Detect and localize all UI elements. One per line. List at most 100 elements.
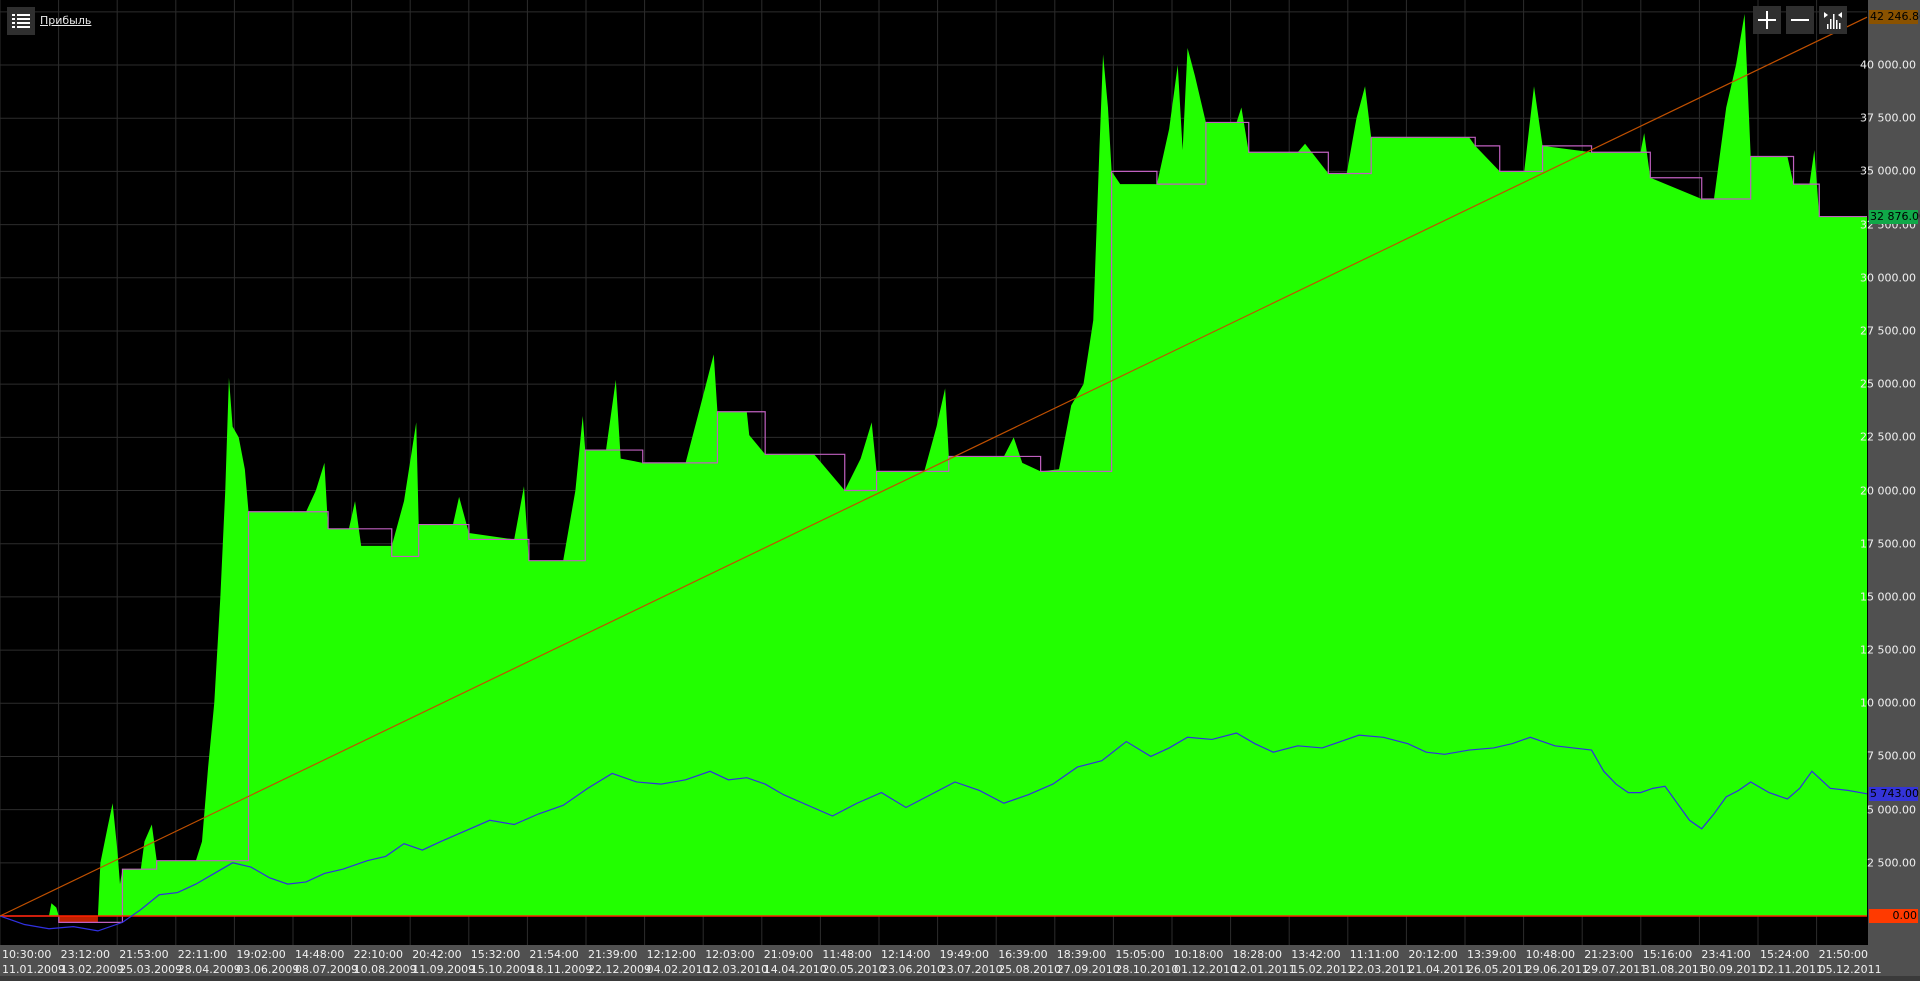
x-tick-label: 15:32:00 15.10.2009	[471, 947, 534, 977]
x-tick-time: 21:54:00	[529, 948, 579, 961]
x-tick-date: 27.09.2010	[1056, 963, 1120, 976]
x-tick-time: 21:53:00	[119, 948, 169, 961]
x-axis[interactable]: 10:30:00 11.01.2009 23:12:00 13.02.2009 21:5…	[0, 945, 1920, 976]
x-tick-label: 10:48:00 29.06.2011	[1526, 947, 1589, 977]
x-tick-time: 10:30:00	[2, 948, 52, 961]
y-tick-label: 30 000.00	[1860, 271, 1916, 285]
x-tick-date: 04.02.2010	[646, 963, 710, 976]
x-tick-time: 23:41:00	[1701, 948, 1751, 961]
x-tick-label: 19:02:00 03.06.2009	[236, 947, 299, 977]
x-tick-date: 12.03.2010	[705, 963, 769, 976]
x-tick-date: 05.12.2011	[1818, 963, 1882, 976]
x-tick-label: 20:12:00 21.04.2011	[1408, 947, 1471, 977]
value-tag-trend-end: 42 246.86	[1869, 10, 1920, 25]
x-tick-time: 22:11:00	[177, 948, 228, 961]
chart-plot-area[interactable]	[0, 0, 1868, 945]
x-tick-date: 30.09.2011	[1701, 963, 1765, 976]
x-tick-label: 21:23:00 29.07.2011	[1584, 947, 1647, 977]
menu-button[interactable]	[7, 7, 35, 35]
x-tick-label: 15:16:00 31.08.2011	[1643, 947, 1706, 977]
x-tick-time: 21:09:00	[763, 948, 814, 961]
x-tick-label: 23:12:00 13.02.2009	[61, 947, 124, 977]
y-tick-label: 22 500.00	[1860, 430, 1916, 444]
x-tick-label: 22:11:00 28.04.2009	[178, 947, 241, 977]
x-tick-time: 15:24:00	[1760, 948, 1810, 961]
value-tag-equity-last: 32 876.00	[1869, 209, 1920, 224]
x-tick-label: 21:53:00 25.03.2009	[119, 947, 182, 977]
equity-chart	[0, 0, 1868, 945]
chart-title-link[interactable]: Прибыль	[40, 14, 91, 27]
x-tick-date: 22.03.2011	[1349, 963, 1413, 976]
x-tick-date: 03.06.2009	[236, 963, 300, 976]
x-tick-date: 21.04.2011	[1408, 963, 1472, 976]
x-tick-time: 12:03:00	[705, 948, 755, 961]
plus-icon	[1758, 11, 1776, 29]
x-tick-time: 13:39:00	[1467, 948, 1517, 961]
x-tick-date: 18.11.2009	[529, 963, 593, 976]
y-tick-label: 35 000.00	[1860, 164, 1916, 178]
x-tick-date: 01.12.2010	[1174, 963, 1237, 976]
y-tick-label: 17 500.00	[1860, 537, 1916, 551]
value-tag-zero: 0.00	[1869, 909, 1918, 923]
y-tick-label: 2 500.00	[1867, 856, 1916, 870]
y-tick-label: 27 500.00	[1860, 324, 1916, 338]
y-tick-label: 40 000.00	[1860, 58, 1916, 72]
x-tick-time: 10:18:00	[1174, 948, 1224, 961]
x-tick-label: 12:12:00 04.02.2010	[647, 947, 710, 977]
x-tick-label: 19:49:00 23.07.2010	[940, 947, 1003, 977]
y-tick-label: 12 500.00	[1860, 643, 1916, 657]
x-tick-time: 18:28:00	[1232, 948, 1282, 961]
x-tick-time: 19:49:00	[939, 948, 989, 961]
zoom-in-button[interactable]	[1753, 6, 1781, 34]
x-tick-time: 22:10:00	[353, 948, 403, 961]
x-tick-time: 15:05:00	[1115, 948, 1165, 961]
x-tick-label: 11:11:00 22.03.2011	[1350, 947, 1413, 977]
x-tick-time: 21:23:00	[1584, 948, 1634, 961]
y-axis[interactable]: 2 500.00 5 000.00 7 500.00 10 000.00 12 500.…	[1860, 0, 1920, 945]
fit-chart-button[interactable]	[1819, 6, 1847, 34]
x-tick-label: 14:48:00 08.07.2009	[295, 947, 358, 977]
x-tick-label: 21:50:00 05.12.2011	[1819, 947, 1882, 977]
horizontal-scrollbar[interactable]	[0, 976, 1920, 981]
x-tick-label: 15:24:00 02.11.2011	[1760, 947, 1823, 977]
x-tick-date: 20.05.2010	[822, 963, 886, 976]
x-tick-date: 28.04.2009	[177, 963, 241, 976]
x-tick-date: 29.06.2011	[1525, 963, 1589, 976]
y-tick-label: 10 000.00	[1860, 696, 1916, 710]
x-tick-time: 14:48:00	[295, 948, 345, 961]
x-tick-label: 11:48:00 20.05.2010	[822, 947, 885, 977]
zoom-out-button[interactable]	[1786, 6, 1814, 34]
x-tick-time: 13:42:00	[1291, 948, 1341, 961]
x-tick-label: 18:28:00 12.01.2011	[1233, 947, 1296, 977]
y-tick-label: 5 000.00	[1867, 803, 1916, 817]
x-tick-label: 21:09:00 14.04.2010	[764, 947, 827, 977]
drawdown-area	[58, 916, 98, 923]
x-tick-time: 15:16:00	[1642, 948, 1693, 961]
x-tick-time: 20:42:00	[412, 948, 462, 961]
fit-bars-icon	[1824, 12, 1842, 29]
x-tick-label: 21:39:00 22.12.2009	[588, 947, 651, 977]
x-tick-date: 13.02.2009	[60, 963, 124, 976]
x-tick-label: 10:18:00 01.12.2010	[1174, 947, 1237, 977]
x-tick-time: 11:48:00	[822, 948, 872, 961]
x-tick-date: 08.07.2009	[295, 963, 358, 976]
y-tick-label: 20 000.00	[1860, 484, 1916, 497]
value-tag-second-last: 5 743.00	[1869, 786, 1919, 801]
x-tick-date: 11.09.2009	[412, 963, 476, 976]
x-tick-label: 23:41:00 30.09.2011	[1701, 947, 1764, 977]
x-tick-date: 11.01.2009	[2, 963, 65, 976]
x-tick-time: 21:50:00	[1818, 948, 1868, 961]
x-tick-time: 23:12:00	[60, 948, 110, 961]
x-tick-date: 23.06.2010	[881, 963, 944, 976]
x-tick-time: 15:32:00	[470, 948, 521, 961]
x-tick-time: 21:39:00	[588, 948, 638, 961]
x-tick-label: 18:39:00 27.09.2010	[1057, 947, 1120, 977]
x-tick-date: 23.07.2010	[939, 963, 1003, 976]
x-tick-date: 15.02.2011	[1291, 963, 1355, 976]
x-tick-date: 29.07.2011	[1584, 963, 1648, 976]
minus-icon	[1791, 19, 1809, 21]
x-tick-label: 13:39:00 26.05.2011	[1467, 947, 1530, 977]
x-tick-label: 20:42:00 11.09.2009	[412, 947, 475, 977]
x-tick-date: 26.05.2011	[1467, 963, 1530, 976]
x-tick-time: 19:02:00	[236, 948, 286, 961]
